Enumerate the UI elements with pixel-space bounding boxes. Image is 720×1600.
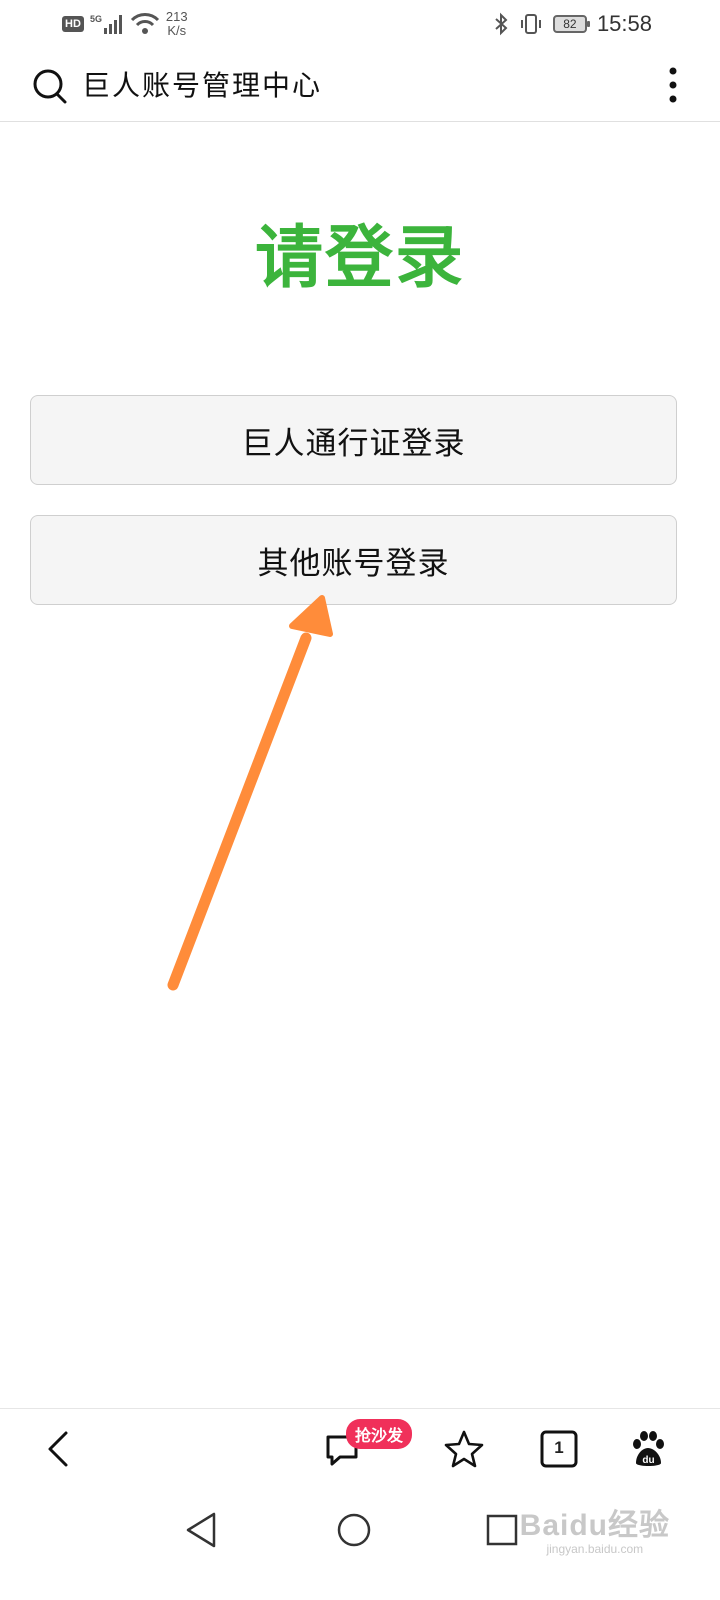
bluetooth-icon xyxy=(495,12,508,36)
nav-back-icon[interactable] xyxy=(182,1510,222,1550)
nav-home-icon[interactable] xyxy=(334,1510,374,1550)
svg-text:du: du xyxy=(642,1455,654,1466)
status-bar: HD 5G 213 K/s 82 15:58 xyxy=(0,0,720,48)
sofa-badge[interactable]: 抢沙发 xyxy=(346,1419,413,1449)
login-heading: 请登录 xyxy=(254,219,465,298)
system-nav-bar: Baidu经验 jingyan.baidu.com xyxy=(0,1490,720,1600)
speed-value: 213 xyxy=(165,9,188,24)
baidu-watermark: Baidu经验 jingyan.baidu.com xyxy=(520,1500,670,1556)
network-type: 5G xyxy=(90,14,102,24)
browser-toolbar: 抢沙发 1 du xyxy=(0,1408,720,1490)
cellular-signal-icon: 5G xyxy=(90,14,122,34)
more-options-icon[interactable] xyxy=(666,66,680,104)
page-title: 巨人账号管理中心 xyxy=(82,69,323,102)
status-left: HD 5G 213 K/s xyxy=(62,8,188,40)
network-speed: 213 K/s xyxy=(166,10,188,38)
giant-passport-login-button[interactable]: 巨人通行证登录 xyxy=(30,395,677,485)
nav-recent-icon[interactable] xyxy=(482,1510,522,1550)
other-account-login-button[interactable]: 其他账号登录 xyxy=(30,515,677,605)
battery-indicator: 82 xyxy=(552,15,590,33)
wifi-icon xyxy=(130,13,159,34)
clock: 15:58 xyxy=(596,11,652,36)
watermark-main: Baidu经验 xyxy=(519,1509,670,1542)
vibrate-icon xyxy=(520,14,541,34)
back-icon[interactable] xyxy=(40,1429,80,1469)
watermark-sub: jingyan.baidu.com xyxy=(546,1542,644,1556)
tabs-count: 1 xyxy=(554,1438,564,1457)
app-header: 巨人账号管理中心 xyxy=(0,48,720,122)
search-icon[interactable] xyxy=(32,68,68,104)
baidu-paw-icon[interactable]: du xyxy=(628,1429,668,1469)
status-right: 82 15:58 xyxy=(493,8,652,40)
hd-badge: HD xyxy=(62,16,84,32)
speed-unit: K/s xyxy=(167,23,187,38)
star-icon[interactable] xyxy=(444,1429,484,1469)
